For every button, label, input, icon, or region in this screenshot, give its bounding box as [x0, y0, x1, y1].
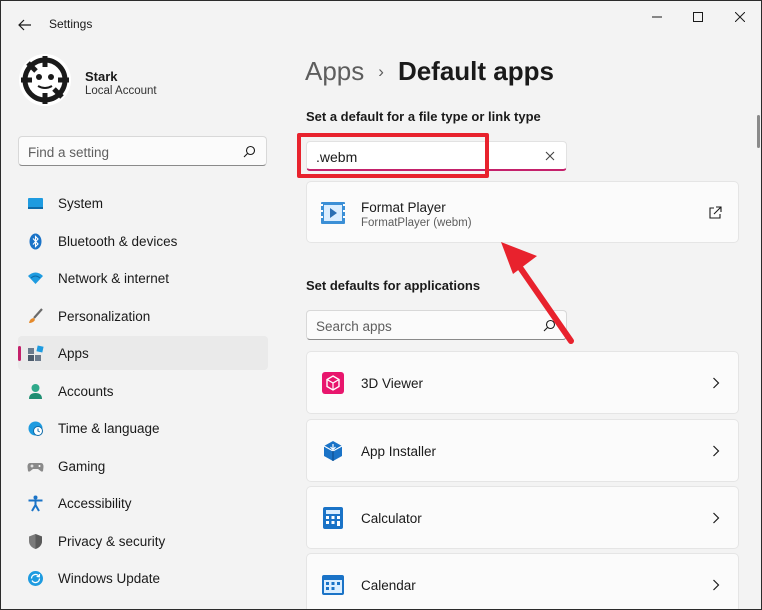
app-row-calendar[interactable]: Calendar	[306, 553, 739, 609]
back-arrow-icon	[18, 19, 31, 31]
sidebar-item-label: Apps	[58, 346, 89, 361]
breadcrumb: Apps › Default apps	[305, 56, 554, 87]
app-name: Calculator	[361, 511, 422, 526]
maximize-button[interactable]	[683, 7, 713, 27]
sidebar-nav: System Bluetooth & devices Network & int…	[18, 186, 268, 599]
sidebar-item-label: Network & internet	[58, 271, 170, 286]
profile-name: Stark	[85, 69, 118, 84]
selection-indicator	[18, 346, 21, 361]
app-name: App Installer	[361, 444, 437, 459]
accessibility-icon	[28, 495, 43, 512]
page-title: Default apps	[397, 56, 554, 86]
sidebar-item-network[interactable]: Network & internet	[18, 261, 268, 295]
clock-globe-icon	[28, 421, 43, 436]
filetype-section-title: Set a default for a file type or link ty…	[306, 109, 541, 124]
title-bar: Settings	[1, 1, 761, 47]
back-button[interactable]	[15, 15, 35, 35]
app-row-app-installer[interactable]: App Installer	[306, 419, 739, 482]
maximize-icon	[693, 12, 703, 22]
default-app-result[interactable]: Format Player FormatPlayer (webm)	[306, 181, 739, 243]
update-icon	[28, 571, 43, 586]
profile-account-type: Local Account	[85, 85, 157, 97]
app-row-calculator[interactable]: Calculator	[306, 486, 739, 549]
apps-icon	[28, 345, 44, 361]
search-apps-box[interactable]	[306, 310, 567, 340]
app-installer-icon	[323, 441, 343, 461]
app-name: Calendar	[361, 578, 416, 593]
settings-window: Settings Stark Local Account Find a sett…	[0, 0, 762, 610]
sidebar-item-label: Accounts	[58, 383, 114, 399]
breadcrumb-parent-apps[interactable]: Apps	[305, 56, 364, 87]
apps-section-title: Set defaults for applications	[306, 278, 481, 293]
calendar-icon	[322, 575, 344, 595]
brush-icon	[29, 307, 43, 323]
app-row-3d-viewer[interactable]: 3D Viewer	[306, 351, 739, 414]
close-icon	[735, 12, 745, 22]
sidebar-item-bluetooth[interactable]: Bluetooth & devices	[18, 224, 268, 258]
result-app-name: Format Player	[361, 200, 446, 215]
result-app-detail: FormatPlayer (webm)	[361, 217, 472, 229]
open-external-icon[interactable]	[708, 206, 722, 220]
sidebar-item-label: Windows Update	[58, 571, 161, 586]
close-button[interactable]	[725, 7, 755, 27]
sidebar-item-label: Personalization	[58, 308, 151, 324]
minimize-button[interactable]	[642, 7, 672, 27]
gamepad-icon	[27, 462, 44, 472]
sidebar-item-label: Bluetooth & devices	[58, 233, 178, 249]
sidebar-item-personalization[interactable]: Personalization	[18, 299, 268, 333]
shield-icon	[29, 533, 42, 549]
scrollbar[interactable]	[757, 115, 760, 148]
sidebar-item-accounts[interactable]: Accounts	[18, 374, 268, 408]
chevron-right-icon	[713, 377, 720, 389]
search-apps-input[interactable]	[316, 317, 516, 335]
filetype-search[interactable]	[306, 141, 567, 171]
format-player-icon	[321, 202, 345, 224]
clear-icon[interactable]	[544, 150, 556, 162]
sidebar-item-label: Gaming	[58, 458, 106, 474]
search-icon	[243, 145, 256, 158]
3d-viewer-icon	[322, 372, 344, 394]
calculator-icon	[323, 507, 343, 529]
person-icon	[29, 383, 42, 399]
find-setting-search[interactable]	[18, 136, 267, 166]
sidebar-item-accessibility[interactable]: Accessibility	[18, 486, 268, 520]
sidebar-item-label: Accessibility	[58, 496, 132, 511]
sidebar-item-gaming[interactable]: Gaming	[18, 449, 268, 483]
sidebar-item-apps[interactable]: Apps	[18, 336, 268, 370]
wifi-icon	[28, 272, 43, 284]
sidebar-item-label: Time & language	[58, 421, 160, 436]
avatar[interactable]	[18, 53, 72, 107]
search-icon	[543, 319, 556, 332]
breadcrumb-chevron-icon: ›	[378, 61, 384, 81]
sidebar-item-windows-update[interactable]: Windows Update	[18, 561, 268, 595]
sidebar-item-time-language[interactable]: Time & language	[18, 411, 268, 445]
window-title: Settings	[49, 17, 93, 31]
chevron-right-icon	[713, 512, 720, 524]
sidebar-item-system[interactable]: System	[18, 186, 268, 220]
find-setting-input[interactable]	[28, 143, 228, 161]
app-name: 3D Viewer	[361, 376, 424, 391]
minimize-icon	[652, 16, 662, 18]
avatar-logo-icon	[19, 54, 71, 106]
bluetooth-icon	[29, 233, 42, 249]
chevron-right-icon	[713, 579, 720, 591]
chevron-right-icon	[713, 445, 720, 457]
filetype-input[interactable]	[316, 148, 516, 166]
sidebar-item-label: Privacy & security	[58, 533, 166, 549]
system-icon	[28, 198, 43, 209]
sidebar-item-label: System	[58, 196, 104, 211]
sidebar-item-privacy[interactable]: Privacy & security	[18, 524, 268, 558]
